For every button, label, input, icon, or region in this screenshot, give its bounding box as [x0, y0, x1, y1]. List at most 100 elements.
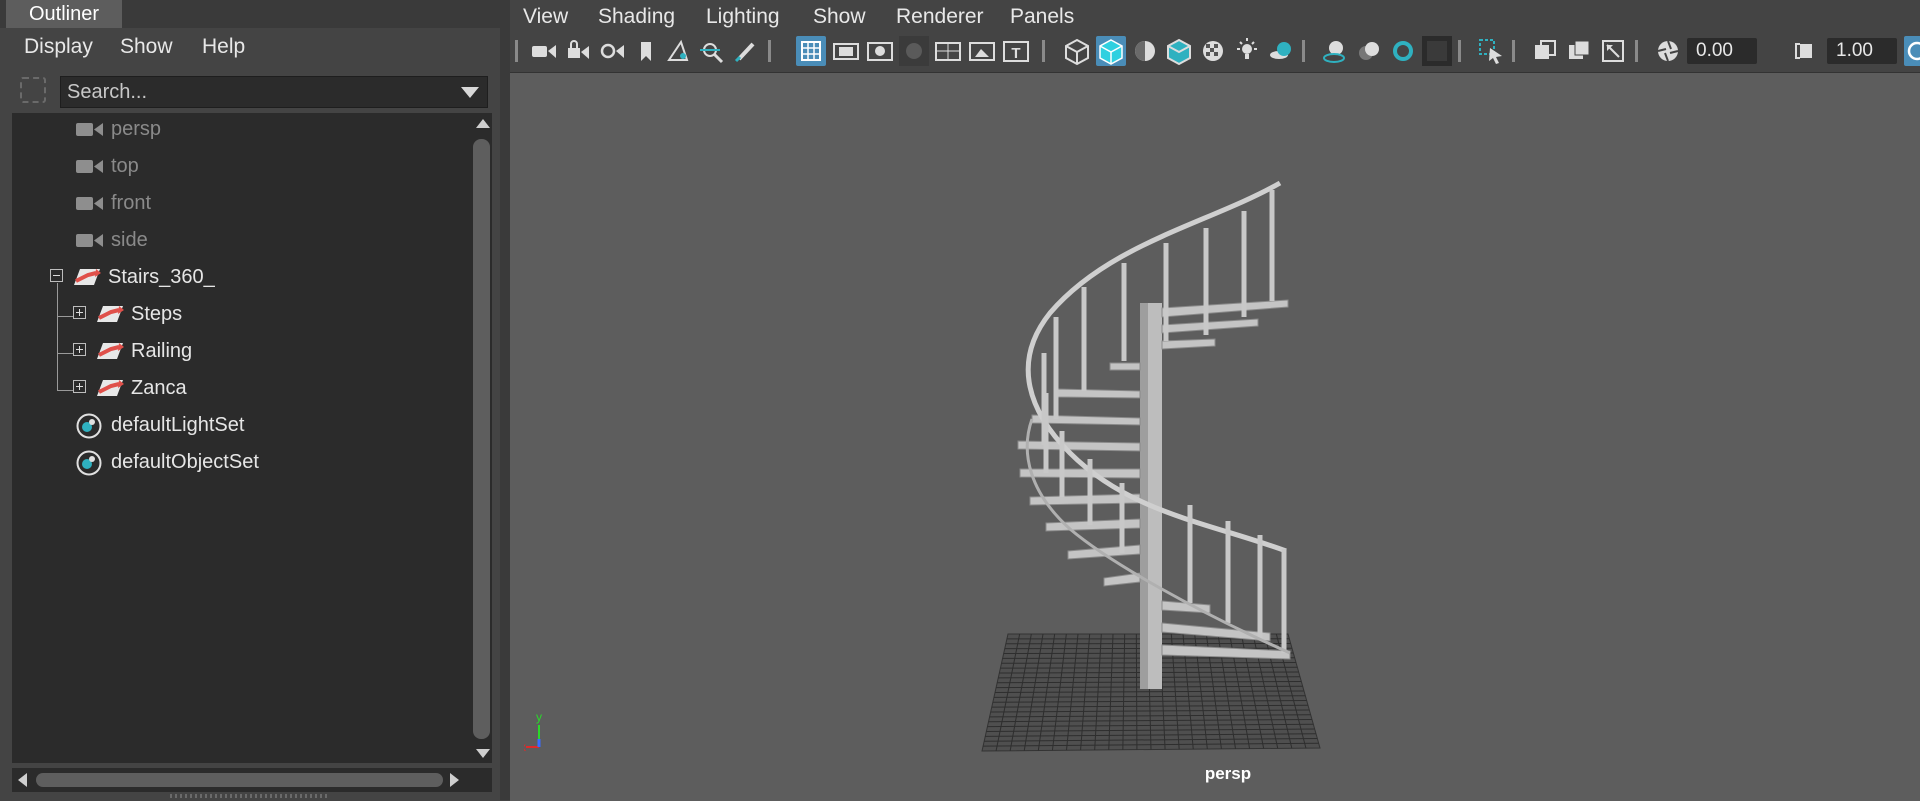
resize-grip[interactable] — [170, 794, 330, 798]
tree-item-default-object-set[interactable]: defaultObjectSet — [76, 446, 376, 478]
viewport-menu-bar: View Shading Lighting Show Renderer Pane… — [510, 0, 1920, 34]
viewport-panel: View Shading Lighting Show Renderer Pane… — [510, 0, 1920, 800]
tree-item-label: defaultObjectSet — [111, 446, 259, 478]
filter-toggle-icon[interactable] — [20, 77, 46, 103]
object-set-icon — [76, 450, 102, 476]
3d-viewport[interactable]: y x persp — [510, 72, 1920, 801]
tab-outliner[interactable]: Outliner — [6, 0, 122, 28]
smooth-shade-icon[interactable] — [1096, 36, 1126, 66]
field-chart-icon[interactable] — [933, 36, 963, 66]
gamma-icon[interactable] — [1791, 36, 1821, 66]
camera-icon — [76, 159, 104, 174]
tree-item-label: Zanca — [131, 372, 187, 404]
scroll-thumb[interactable] — [473, 139, 490, 739]
outliner-tree: persp top front side Stairs_360_ S — [12, 113, 492, 763]
select-camera-icon[interactable] — [529, 36, 559, 66]
scroll-right-icon[interactable] — [450, 773, 459, 787]
gamma-field[interactable]: 1.00 — [1827, 38, 1897, 64]
gate-mask-icon[interactable] — [899, 36, 929, 66]
tree-item-stairs-group[interactable]: Stairs_360_ — [50, 261, 350, 293]
depth-of-field-icon[interactable] — [1422, 36, 1452, 66]
tree-item-label: Stairs_360_ — [108, 261, 215, 293]
toolbar-separator — [768, 40, 771, 62]
toolbar-separator — [1635, 40, 1638, 62]
safe-action-icon[interactable] — [967, 36, 997, 66]
outliner-tab-bar: Outliner — [0, 0, 500, 28]
bookmark-icon[interactable] — [631, 36, 661, 66]
isolate-select-icon[interactable] — [1476, 36, 1506, 66]
search-box — [60, 76, 488, 108]
tree-item-default-light-set[interactable]: defaultLightSet — [76, 409, 376, 441]
search-input[interactable] — [67, 77, 447, 107]
scroll-up-icon[interactable] — [476, 119, 490, 128]
tree-item-label: front — [111, 187, 151, 219]
menu-show[interactable]: Show — [813, 0, 866, 34]
scroll-thumb[interactable] — [36, 773, 443, 787]
tree-connector — [57, 390, 73, 391]
search-dropdown-icon[interactable] — [461, 87, 479, 98]
vertical-scrollbar[interactable] — [471, 113, 492, 763]
axis-gizmo: y x — [524, 705, 574, 755]
tree-item-label: Railing — [131, 335, 192, 367]
menu-help[interactable]: Help — [202, 30, 245, 64]
textured-icon[interactable] — [1198, 36, 1228, 66]
image-plane-icon[interactable] — [663, 36, 693, 66]
panel-splitter[interactable] — [500, 0, 510, 800]
xray-active-components-icon[interactable] — [1564, 36, 1594, 66]
axis-y-label: y — [536, 710, 542, 724]
scroll-down-icon[interactable] — [476, 749, 490, 758]
camera-lock-icon[interactable] — [563, 36, 593, 66]
tree-item-railing[interactable]: Railing — [73, 335, 373, 367]
tree-item-label: persp — [111, 113, 161, 145]
camera-icon — [76, 233, 104, 248]
screen-space-ao-icon[interactable] — [1320, 36, 1350, 66]
svg-text:T: T — [1011, 45, 1020, 62]
collapse-icon[interactable] — [50, 269, 63, 282]
default-material-icon[interactable] — [1130, 36, 1160, 66]
camera-name-label: persp — [1178, 764, 1278, 784]
tree-item-top[interactable]: top — [76, 150, 376, 182]
grid-toggle-icon[interactable] — [796, 36, 826, 66]
menu-display[interactable]: Display — [24, 30, 93, 64]
outliner-panel: Outliner Display Show Help persp top fro… — [0, 0, 500, 800]
menu-renderer[interactable]: Renderer — [896, 0, 984, 34]
color-management-icon[interactable] — [1904, 36, 1920, 66]
exposure-icon[interactable] — [1653, 36, 1683, 66]
safe-title-icon[interactable]: T — [1001, 36, 1031, 66]
expand-icon[interactable] — [73, 306, 86, 319]
grease-pencil-icon[interactable] — [731, 36, 761, 66]
tree-item-front[interactable]: front — [76, 187, 376, 219]
xray-joints-icon[interactable] — [1598, 36, 1628, 66]
expand-icon[interactable] — [73, 380, 86, 393]
tree-item-zanca[interactable]: Zanca — [73, 372, 373, 404]
exposure-field[interactable]: 0.00 — [1687, 38, 1757, 64]
motion-blur-icon[interactable] — [1354, 36, 1384, 66]
toolbar-separator — [1512, 40, 1515, 62]
anti-aliasing-icon[interactable] — [1388, 36, 1418, 66]
xray-icon[interactable] — [1530, 36, 1560, 66]
toolbar-separator — [1458, 40, 1461, 62]
menu-view[interactable]: View — [523, 0, 568, 34]
horizontal-scrollbar[interactable] — [12, 768, 492, 792]
resolution-gate-icon[interactable] — [865, 36, 895, 66]
tree-item-steps[interactable]: Steps — [73, 298, 373, 330]
2d-pan-zoom-icon[interactable] — [697, 36, 727, 66]
use-all-lights-icon[interactable] — [1232, 36, 1262, 66]
menu-shading[interactable]: Shading — [598, 0, 675, 34]
expand-icon[interactable] — [73, 343, 86, 356]
scroll-left-icon[interactable] — [18, 773, 27, 787]
object-set-icon — [76, 413, 102, 439]
camera-attributes-icon[interactable] — [597, 36, 627, 66]
wireframe-on-shaded-icon[interactable] — [1164, 36, 1194, 66]
spiral-staircase-model[interactable] — [510, 73, 1920, 801]
tree-item-side[interactable]: side — [76, 224, 376, 256]
shadows-icon[interactable] — [1266, 36, 1296, 66]
menu-show[interactable]: Show — [120, 30, 173, 64]
wireframe-icon[interactable] — [1062, 36, 1092, 66]
viewport-toolbar: T 0.00 1.00 — [510, 34, 1920, 70]
menu-panels[interactable]: Panels — [1010, 0, 1074, 34]
film-gate-icon[interactable] — [831, 36, 861, 66]
camera-icon — [76, 122, 104, 137]
tree-item-persp[interactable]: persp — [76, 113, 376, 145]
menu-lighting[interactable]: Lighting — [706, 0, 780, 34]
